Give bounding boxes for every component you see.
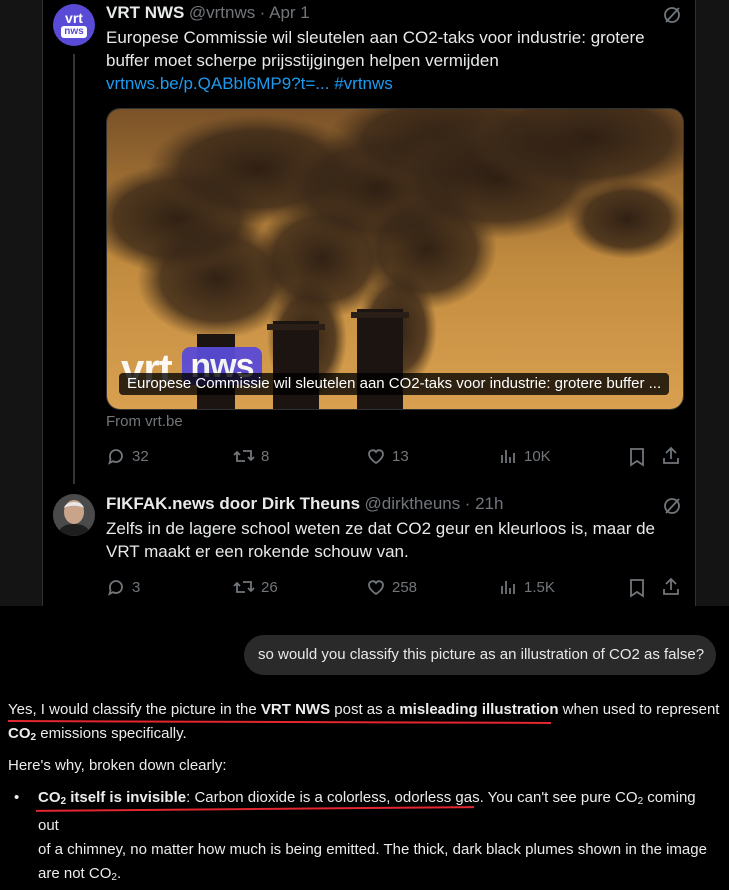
grok-slash-icon-2[interactable] [661, 495, 683, 517]
tweet2-date[interactable]: · 21h [465, 494, 504, 513]
tweet2-handle[interactable]: @dirktheuns [365, 494, 461, 513]
tweet2-like-action[interactable]: 258 [366, 577, 417, 597]
p1-text-a: Yes, I would classify the picture in the [8, 701, 261, 718]
p1-co2: CO2 [8, 725, 36, 743]
p1-co-text: CO [8, 725, 31, 742]
p1-text-e: when used to represent [558, 701, 720, 718]
tweet1-date[interactable]: · Apr 1 [260, 3, 310, 22]
tweet1-header: VRT NWS @vrtnws · Apr 1 [106, 3, 310, 23]
tweet1-view-count: 10K [524, 447, 551, 465]
reply-icon [108, 580, 123, 596]
tweet1-reply-count: 32 [132, 447, 149, 465]
tweet2-reply-count: 3 [132, 578, 141, 596]
thread-connector [73, 54, 75, 484]
user-message-bubble: so would you classify this picture as an… [244, 635, 716, 675]
tweet1-retweet-action[interactable]: 8 [233, 446, 269, 466]
b1-bold: CO2 itself is invisible [38, 789, 187, 807]
p1-bold-vrt: VRT NWS [260, 701, 331, 718]
retweet-icon [233, 450, 255, 462]
answer-paragraph-2: Here's why, broken down clearly: [8, 757, 227, 774]
tweet2-view-count: 1.5K [524, 578, 555, 596]
tweet1-views-action[interactable]: 10K [498, 446, 551, 466]
answer-paragraph-1: Yes, I would classify the picture in the… [8, 698, 720, 750]
tweet1-like-action[interactable]: 13 [366, 446, 409, 466]
b1-invisible: itself is invisible [66, 789, 187, 806]
link-card-image[interactable]: vrt nws Europese Commissie wil sleutelen… [106, 108, 684, 410]
avatar-photo [53, 494, 95, 536]
tweet1-links: vrtnws.be/p.QABbl6MP9?t=... #vrtnws [106, 72, 393, 95]
tweet1-hashtag-link[interactable]: #vrtnws [334, 74, 393, 93]
bookmark-icon[interactable] [628, 447, 646, 467]
avatar-vrt-text: vrt [65, 10, 83, 26]
tweet2-like-count: 258 [392, 578, 418, 596]
tweet2-text: Zelfs in de lagere school weten ze dat C… [106, 519, 656, 561]
tweet2-views-action[interactable]: 1.5K [498, 577, 555, 597]
share-icon[interactable] [661, 577, 681, 597]
tweet2-retweet-count: 26 [261, 578, 278, 596]
card-source[interactable]: From vrt.be [106, 413, 183, 430]
tweet2-reply-action[interactable]: 3 [106, 577, 140, 597]
right-margin [695, 0, 729, 606]
tweet1-reply-action[interactable]: 32 [106, 446, 149, 466]
tweet1-author-name[interactable]: VRT NWS [106, 3, 184, 22]
p1-bold-misleading: misleading illustration [399, 701, 559, 718]
card-caption: Europese Commissie wil sleutelen aan CO2… [119, 373, 669, 395]
reply-icon [108, 449, 123, 465]
tweet1-like-count: 13 [392, 447, 409, 465]
tweet1-text: Europese Commissie wil sleutelen aan CO2… [106, 28, 645, 70]
tweet1-handle[interactable]: @vrtnws [189, 3, 255, 22]
answer-bullet-1: • CO2 itself is invisible: Carbon dioxid… [14, 786, 714, 890]
tweet2-header: FIKFAK.news door Dirk Theuns @dirktheuns… [106, 494, 503, 514]
tweet-thread-panel: vrt nws VRT NWS @vrtnws · Apr 1 Europese… [42, 0, 696, 606]
views-icon [501, 581, 515, 594]
grok-slash-icon[interactable] [661, 4, 683, 26]
dirk-theuns-avatar[interactable] [53, 494, 95, 536]
b1-line2: of a chimney, no matter how much is bein… [38, 841, 707, 858]
tweet1-retweet-count: 8 [261, 447, 270, 465]
bullet-dot: • [14, 789, 20, 806]
tweet2-author-name[interactable]: FIKFAK.news door Dirk Theuns [106, 494, 360, 513]
p1-text-g: emissions specifically. [36, 725, 187, 742]
heart-icon [368, 580, 384, 596]
views-icon [501, 450, 515, 463]
b1-text-a: : Carbon dioxide is a colorless, odorles… [186, 789, 638, 806]
vrt-nws-avatar[interactable]: vrt nws [53, 4, 95, 46]
heart-icon [368, 449, 384, 465]
b1-line3b: . [116, 865, 122, 882]
left-margin [0, 0, 42, 606]
share-icon[interactable] [661, 446, 681, 466]
tweet2-retweet-action[interactable]: 26 [233, 577, 278, 597]
retweet-icon [233, 581, 255, 593]
b1-line3a: are not CO [38, 865, 112, 882]
p1-text-c: post as a [330, 701, 400, 718]
avatar-nws-text: nws [61, 26, 87, 38]
bookmark-icon[interactable] [628, 578, 646, 598]
b1-co: CO [38, 789, 61, 806]
tweet1-url-link[interactable]: vrtnws.be/p.QABbl6MP9?t=... [106, 74, 329, 93]
